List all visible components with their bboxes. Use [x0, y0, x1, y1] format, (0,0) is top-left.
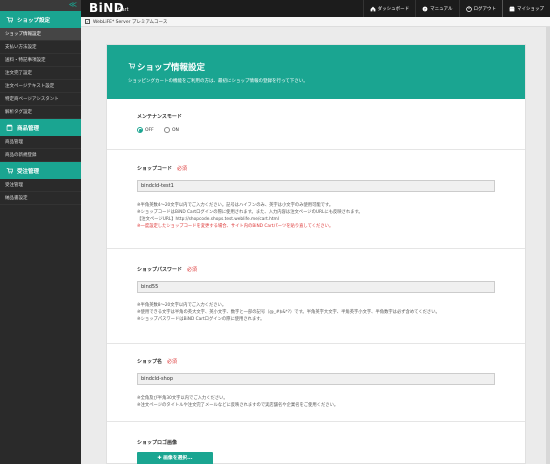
required-badge: 必須	[177, 166, 188, 172]
sidebar-item-order-text[interactable]: 注文ページテキスト設定	[0, 80, 81, 93]
sidebar-item-order-complete[interactable]: 注文完了設定	[0, 67, 81, 80]
top-bar: BiND Cart ダッシュボード ? マニュアル ログアウト マイショップ	[81, 0, 550, 17]
order-icon	[6, 168, 13, 174]
sidebar-item-shop-info[interactable]: ショップ情報設定	[0, 28, 81, 41]
myshop-label: マイショップ	[517, 6, 544, 12]
sidebar-item-product-new[interactable]: 商品の新規登録	[0, 149, 81, 162]
sidebar-item-delivery-note[interactable]: 納品書設定	[0, 192, 81, 205]
svg-text:?: ?	[424, 7, 426, 11]
cart-icon	[128, 63, 135, 69]
shop-password-note-2: ※使用できる文字は半角の英大文字、英小文字、数字と一部の記号（@_#$&*?）で…	[137, 310, 440, 315]
shop-code-note-2: ※ショップコードはBiND Cartログインの際に使用されます。また、入力内容は…	[137, 210, 363, 215]
radio-dot	[164, 127, 170, 133]
logout-icon	[465, 5, 472, 12]
cart-icon	[6, 17, 13, 23]
shop-password-note-3: ※ショップパスワードはBiND Cartログインの際に使用されます。	[137, 317, 265, 322]
required-badge: 必須	[187, 267, 198, 273]
maintenance-section: メンテナンスモード OFF ON	[107, 99, 525, 150]
dashboard-link[interactable]: ダッシュボード	[362, 0, 416, 17]
shop-logo-section: ショップロゴ画像 ✚ 画像を選択...	[107, 422, 525, 464]
maintenance-off-radio[interactable]: OFF	[137, 127, 154, 133]
scrollbar[interactable]	[546, 27, 550, 464]
sidebar-group-orders[interactable]: 受注管理	[0, 162, 81, 179]
logout-label: ログアウト	[473, 6, 497, 12]
myshop-link[interactable]: マイショップ	[502, 0, 550, 17]
shop-password-input[interactable]: bind55	[137, 281, 495, 293]
app-logo-sub: Cart	[118, 7, 129, 13]
required-badge: 必須	[167, 359, 178, 365]
label-text: ショップコード	[137, 166, 173, 172]
shop-name-note-1: ※全角及び半角30文字以内でご入力ください。	[137, 396, 228, 401]
sidebar-item-shipping[interactable]: 送料・特記事項設定	[0, 54, 81, 67]
sidebar-group-shop[interactable]: ショップ設定	[0, 11, 81, 28]
radio-dot	[137, 127, 143, 133]
shop-code-label: ショップコード 必須	[137, 165, 187, 172]
maintenance-label: メンテナンスモード	[137, 114, 182, 120]
manual-link[interactable]: ? マニュアル	[415, 0, 458, 17]
box-icon	[6, 124, 13, 131]
shop-logo-label: ショップロゴ画像	[137, 440, 178, 446]
shop-code-input[interactable]: bindcld-test1	[137, 180, 495, 192]
shop-password-label: ショップパスワード 必須	[137, 266, 197, 273]
shop-code-section: ショップコード 必須 bindcld-test1 ※半角英数4～20文字以内でご入…	[107, 150, 525, 249]
shop-icon	[509, 6, 515, 11]
maintenance-on-radio[interactable]: ON	[164, 127, 179, 133]
page-description: ショッピングカートの機能をご利用の方は、最初にショップ情報の登録を行って下さい。	[128, 79, 308, 84]
shop-code-warning: ※一度設定したショップコードを変更する場合、サイト内のBiND Cartパーツを…	[137, 224, 334, 229]
select-image-button[interactable]: ✚ 画像を選択...	[137, 452, 213, 464]
shop-password-note-1: ※半角英数8～20文字以内でご入力ください。	[137, 303, 227, 308]
home-icon	[370, 6, 376, 11]
radio-label: OFF	[145, 127, 154, 133]
shop-code-note-1: ※半角英数4～20文字以内でご入力ください。記号はハイフンのみ、英字は小文字のみ…	[137, 203, 334, 208]
collapse-sidebar-icon[interactable]: ≪	[0, 0, 81, 11]
sidebar: ≪ ショップ設定 ショップ情報設定 支払い方法設定 送料・特記事項設定 注文完了…	[0, 0, 81, 464]
label-text: ショップ名	[137, 359, 163, 365]
sidebar-item-product-manage[interactable]: 商品管理	[0, 136, 81, 149]
sidebar-group-products[interactable]: 商品管理	[0, 119, 81, 136]
shop-name-note-2: ※注文ページのタイトルや注文完了メールなどに反映されますので実店舗名や企業名をご…	[137, 403, 339, 408]
shop-code-note-3: 【注文ページURL】http://shopcode.shops.test.web…	[137, 217, 279, 222]
radio-label: ON	[172, 127, 179, 133]
shop-password-section: ショップパスワード 必須 bind55 ※半角英数8～20文字以内でご入力ください…	[107, 249, 525, 344]
dashboard-label: ダッシュボード	[377, 6, 410, 12]
page-title: ショップ情報設定	[137, 63, 206, 73]
sidebar-group-label: ショップ設定	[17, 17, 51, 24]
top-links: ダッシュボード ? マニュアル ログアウト マイショップ	[362, 0, 550, 17]
sidebar-group-label: 受注管理	[17, 168, 40, 175]
manual-label: マニュアル	[430, 6, 453, 12]
shop-name-label: ショップ名 必須	[137, 358, 177, 365]
plan-checkbox[interactable]: ✓	[85, 19, 90, 24]
sidebar-item-payment[interactable]: 支払い方法設定	[0, 41, 81, 54]
logout-link[interactable]: ログアウト	[458, 0, 503, 17]
sidebar-group-label: 商品管理	[17, 125, 40, 132]
shop-name-section: ショップ名 必須 bindcld-shop ※全角及び半角30文字以内でご入力くだ…	[107, 344, 525, 422]
sidebar-item-order-manage[interactable]: 受注管理	[0, 179, 81, 192]
panel-header: ショップ情報設定 ショッピングカートの機能をご利用の方は、最初にショップ情報の登…	[107, 45, 525, 99]
label-text: ショップパスワード	[137, 267, 183, 273]
sidebar-item-analytics[interactable]: 解析タグ設定	[0, 106, 81, 119]
plan-bar: ✓ WebLiFE* Server プレミアムコース	[81, 17, 550, 27]
help-icon: ?	[422, 6, 428, 11]
shop-info-panel: ショップ情報設定 ショッピングカートの機能をご利用の方は、最初にショップ情報の登…	[106, 44, 526, 464]
sidebar-item-legal-assistant[interactable]: 特定商ページアシスタント	[0, 93, 81, 106]
plan-label: WebLiFE* Server プレミアムコース	[93, 20, 168, 25]
shop-name-input[interactable]: bindcld-shop	[137, 373, 495, 385]
